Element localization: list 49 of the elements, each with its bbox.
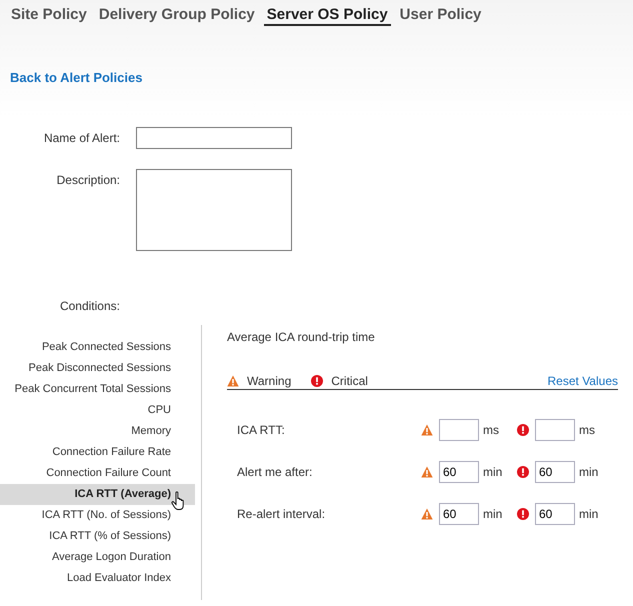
warning-icon <box>421 466 433 478</box>
warning-icon <box>227 375 239 387</box>
warning-input[interactable] <box>439 419 479 441</box>
condition-item[interactable]: ICA RTT (% of Sessions) <box>0 526 195 547</box>
condition-item[interactable]: Peak Disconnected Sessions <box>0 358 195 379</box>
condition-item[interactable]: Memory <box>0 421 195 442</box>
unit-label: min <box>483 507 504 521</box>
condition-item[interactable]: Load Evaluator Index <box>0 568 195 589</box>
policy-tab[interactable]: Delivery Group Policy <box>96 4 258 26</box>
policy-tab[interactable]: Server OS Policy <box>264 4 391 26</box>
legend-label: Warning <box>247 374 292 388</box>
warning-icon <box>421 424 433 436</box>
critical-input[interactable] <box>535 419 575 441</box>
policy-tab[interactable]: Site Policy <box>8 4 90 26</box>
unit-label: min <box>579 507 600 521</box>
warning-input[interactable]: 60 <box>439 461 479 483</box>
critical-input[interactable]: 60 <box>535 503 575 525</box>
error-icon <box>311 375 324 387</box>
condition-item[interactable]: ICA RTT (Average) <box>0 484 195 505</box>
name-input[interactable] <box>136 127 292 149</box>
error-icon <box>517 424 529 436</box>
condition-item[interactable]: Average Logon Duration <box>0 547 195 568</box>
condition-item[interactable]: Peak Concurrent Total Sessions <box>0 379 195 400</box>
reset-values-link[interactable]: Reset Values <box>548 374 618 388</box>
error-icon <box>517 508 529 520</box>
unit-label: min <box>483 465 504 479</box>
unit-label: min <box>579 465 600 479</box>
policy-tab[interactable]: User Policy <box>396 4 484 26</box>
field-label: Name of Alert: <box>42 130 120 145</box>
warning-icon <box>421 508 433 520</box>
field-label: Conditions: <box>58 298 120 313</box>
threshold-label: Re-alert interval: <box>237 507 326 521</box>
condition-item[interactable]: Peak Connected Sessions <box>0 337 195 358</box>
condition-title: Average ICA round-trip time <box>227 330 376 344</box>
warning-input[interactable]: 60 <box>439 503 479 525</box>
error-icon <box>517 466 529 478</box>
unit-label: ms <box>483 423 500 437</box>
threshold-label: ICA RTT: <box>237 423 286 437</box>
condition-item[interactable]: Connection Failure Rate <box>0 442 195 463</box>
threshold-label: Alert me after: <box>237 465 314 479</box>
condition-item[interactable]: CPU <box>0 400 195 421</box>
description-input[interactable] <box>136 169 292 251</box>
back-link[interactable]: Back to Alert Policies <box>10 70 142 85</box>
legend-label: Critical <box>331 374 368 388</box>
condition-item[interactable]: ICA RTT (No. of Sessions) <box>0 505 195 526</box>
unit-label: ms <box>579 423 596 437</box>
critical-input[interactable]: 60 <box>535 461 575 483</box>
condition-item[interactable]: Connection Failure Count <box>0 463 195 484</box>
field-label: Description: <box>56 172 120 187</box>
